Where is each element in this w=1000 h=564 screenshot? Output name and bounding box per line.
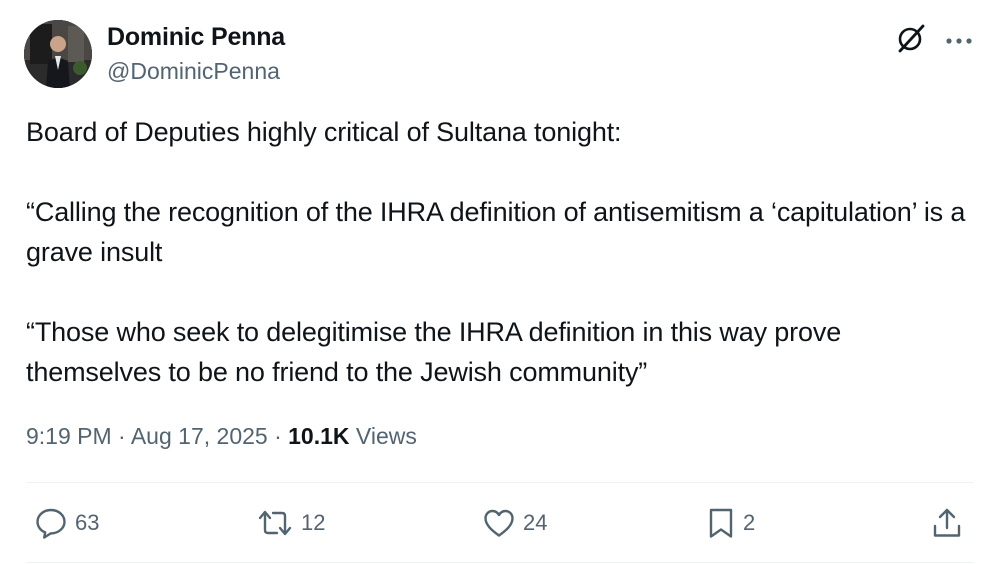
views-count: 10.1K <box>288 423 350 449</box>
tweet-date[interactable]: Aug 17, 2025 <box>131 423 268 449</box>
like-count: 24 <box>523 510 548 535</box>
author-display-name[interactable]: Dominic Penna <box>107 22 285 52</box>
meta-separator: · <box>274 423 282 449</box>
heart-icon <box>484 509 514 537</box>
more-icon[interactable] <box>944 33 974 44</box>
grok-icon[interactable] <box>895 22 927 54</box>
tweet-paragraph: Board of Deputies highly critical of Sul… <box>26 117 622 147</box>
views-label: Views <box>355 423 417 449</box>
share-icon <box>933 508 961 537</box>
tweet-time[interactable]: 9:19 PM <box>26 423 112 449</box>
reply-count: 63 <box>75 510 100 535</box>
repost-count: 12 <box>301 510 326 535</box>
bookmark-count: 2 <box>743 510 756 535</box>
bookmark-button[interactable]: 2 <box>706 505 755 541</box>
tweet-paragraph: “Calling the recognition of the IHRA def… <box>26 197 973 267</box>
author-handle[interactable]: @DominicPenna <box>107 57 280 85</box>
tweet-meta: 9:19 PM · Aug 17, 2025 · 10.1K Views <box>26 420 417 452</box>
reply-icon <box>36 508 66 539</box>
tweet-text: Board of Deputies highly critical of Sul… <box>26 112 976 392</box>
meta-separator: · <box>118 423 126 449</box>
tweet-card: Dominic Penna @DominicPenna Board of Dep… <box>0 0 1000 564</box>
like-button[interactable]: 24 <box>482 505 547 541</box>
repost-icon <box>258 510 292 536</box>
repost-button[interactable]: 12 <box>256 505 325 541</box>
tweet-paragraph: “Those who seek to delegitimise the IHRA… <box>26 317 849 387</box>
share-button[interactable] <box>930 505 964 541</box>
avatar[interactable] <box>24 20 92 88</box>
bookmark-icon <box>709 508 733 538</box>
divider <box>26 482 974 483</box>
avatar-photo <box>24 20 92 88</box>
divider <box>26 562 974 563</box>
reply-button[interactable]: 63 <box>34 505 99 541</box>
